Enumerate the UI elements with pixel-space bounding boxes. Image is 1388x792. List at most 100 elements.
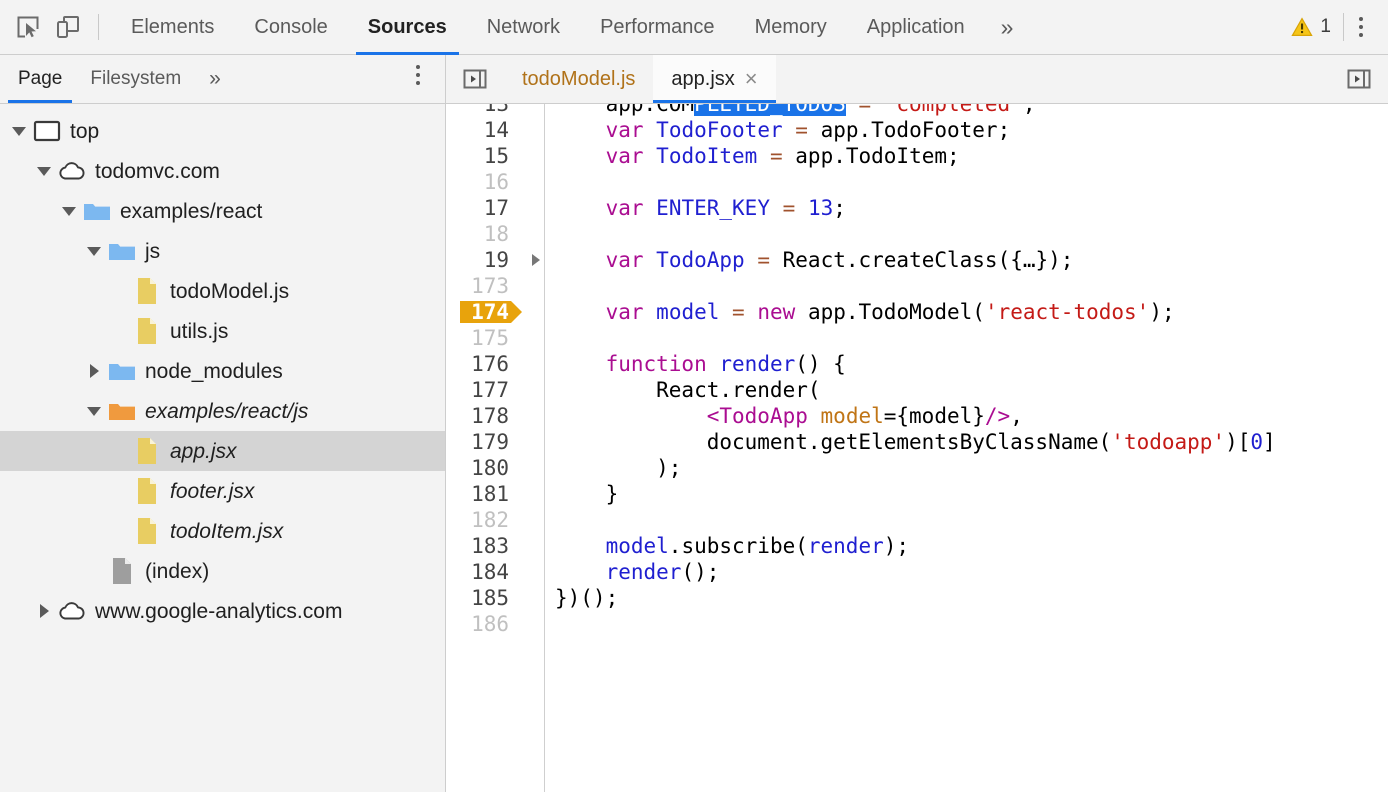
chevron-down-icon[interactable] <box>83 407 105 416</box>
code-token <box>555 300 606 324</box>
code-token: = <box>770 144 783 168</box>
line-number[interactable]: 18 <box>446 221 544 247</box>
code-line[interactable]: app.COMPLETED_TODOS = 'completed'; <box>545 104 1388 117</box>
tree-item-app-jsx[interactable]: app.jsx <box>0 431 445 471</box>
line-number[interactable]: 15 <box>446 143 544 169</box>
code-fold-icon[interactable] <box>532 247 540 273</box>
line-number[interactable]: 183 <box>446 533 544 559</box>
tree-item-examples-react[interactable]: examples/react <box>0 191 445 231</box>
code-line[interactable]: document.getElementsByClassName('todoapp… <box>545 429 1388 455</box>
nav-more-tabs-icon[interactable]: » <box>195 55 233 103</box>
code-line[interactable]: var ENTER_KEY = 13; <box>545 195 1388 221</box>
device-toolbar-icon[interactable] <box>48 7 88 47</box>
code-line[interactable]: } <box>545 481 1388 507</box>
code-line[interactable]: React.render( <box>545 377 1388 403</box>
code-token: })(); <box>555 586 618 610</box>
tree-item-utils-js[interactable]: utils.js <box>0 311 445 351</box>
code-token: (); <box>681 560 719 584</box>
code-line[interactable]: var model = new app.TodoModel('react-tod… <box>545 299 1388 325</box>
chevron-down-icon[interactable] <box>33 167 55 176</box>
tree-item-index[interactable]: (index) <box>0 551 445 591</box>
line-number[interactable]: 173 <box>446 273 544 299</box>
inspect-cursor-icon[interactable] <box>8 7 48 47</box>
more-panels-icon[interactable]: » <box>985 14 1028 41</box>
tree-item-todomvc-com[interactable]: todomvc.com <box>0 151 445 191</box>
editor-tab-todomodel-js[interactable]: todoModel.js <box>504 55 653 103</box>
line-number[interactable]: 180 <box>446 455 544 481</box>
show-navigator-icon[interactable] <box>446 55 504 103</box>
tree-item-footer-jsx[interactable]: footer.jsx <box>0 471 445 511</box>
code-content[interactable]: app.COMPLETED_TODOS = 'completed'; var T… <box>545 104 1388 792</box>
line-number[interactable]: 175 <box>446 325 544 351</box>
tab-memory[interactable]: Memory <box>735 0 847 55</box>
line-number[interactable]: 19 <box>446 247 544 273</box>
code-token: var <box>606 118 644 142</box>
code-line[interactable]: var TodoItem = app.TodoItem; <box>545 143 1388 169</box>
code-line[interactable]: model.subscribe(render); <box>545 533 1388 559</box>
nav-tab-page[interactable]: Page <box>4 55 76 103</box>
line-number[interactable]: 16 <box>446 169 544 195</box>
line-number[interactable]: 181 <box>446 481 544 507</box>
line-number[interactable]: 13 <box>446 104 544 117</box>
code-line[interactable]: <TodoApp model={model}/>, <box>545 403 1388 429</box>
code-line[interactable] <box>545 273 1388 299</box>
tree-item-todomodel-js[interactable]: todoModel.js <box>0 271 445 311</box>
code-token: React.render( <box>555 378 821 402</box>
folder-blue-icon <box>107 240 137 262</box>
line-number[interactable]: 179 <box>446 429 544 455</box>
tab-performance-label: Performance <box>600 16 715 39</box>
code-line[interactable]: var TodoApp = React.createClass({…}); <box>545 247 1388 273</box>
line-number[interactable]: 185 <box>446 585 544 611</box>
tree-item-www-google-analytics-com[interactable]: www.google-analytics.com <box>0 591 445 631</box>
code-token: } <box>555 482 618 506</box>
line-number-breakpoint[interactable]: 174 <box>446 299 544 325</box>
code-token: model <box>821 404 884 428</box>
code-line[interactable] <box>545 221 1388 247</box>
devtools-main-toolbar: Elements Console Sources Network Perform… <box>0 0 1388 55</box>
kebab-menu-icon[interactable] <box>1344 7 1378 47</box>
code-token: var <box>606 144 644 168</box>
tab-console[interactable]: Console <box>234 0 347 55</box>
line-number[interactable]: 182 <box>446 507 544 533</box>
code-line[interactable] <box>545 507 1388 533</box>
tree-item-todoitem-jsx[interactable]: todoItem.jsx <box>0 511 445 551</box>
chevron-down-icon[interactable] <box>58 207 80 216</box>
tree-item-top[interactable]: top <box>0 111 445 151</box>
tree-item-examples-react-js[interactable]: examples/react/js <box>0 391 445 431</box>
line-number[interactable]: 176 <box>446 351 544 377</box>
tree-item-label: examples/react/js <box>145 401 308 422</box>
code-line[interactable] <box>545 611 1388 637</box>
chevron-right-icon[interactable] <box>83 364 105 378</box>
navigator-kebab-menu-icon[interactable] <box>401 55 435 95</box>
code-line[interactable]: var TodoFooter = app.TodoFooter; <box>545 117 1388 143</box>
line-number[interactable]: 186 <box>446 611 544 637</box>
chevron-down-icon[interactable] <box>83 247 105 256</box>
code-line[interactable]: ); <box>545 455 1388 481</box>
line-number[interactable]: 14 <box>446 117 544 143</box>
chevron-down-icon[interactable] <box>8 127 30 136</box>
warning-status-badge[interactable]: 1 <box>1285 16 1343 38</box>
code-line[interactable]: })(); <box>545 585 1388 611</box>
line-number-gutter[interactable]: 1314151617181917317417517617717817918018… <box>446 104 545 792</box>
line-number[interactable]: 17 <box>446 195 544 221</box>
tab-sources[interactable]: Sources <box>348 0 467 55</box>
code-editor[interactable]: 1314151617181917317417517617717817918018… <box>446 104 1388 792</box>
tree-item-js[interactable]: js <box>0 231 445 271</box>
tree-item-node-modules[interactable]: node_modules <box>0 351 445 391</box>
line-number[interactable]: 177 <box>446 377 544 403</box>
show-debugger-icon[interactable] <box>1330 55 1388 103</box>
editor-tab-app-jsx[interactable]: app.jsx × <box>653 55 775 103</box>
tab-performance[interactable]: Performance <box>580 0 735 55</box>
code-line[interactable] <box>545 325 1388 351</box>
tab-elements[interactable]: Elements <box>111 0 234 55</box>
line-number[interactable]: 184 <box>446 559 544 585</box>
close-icon[interactable]: × <box>745 68 758 90</box>
line-number[interactable]: 178 <box>446 403 544 429</box>
tab-network[interactable]: Network <box>467 0 580 55</box>
chevron-right-icon[interactable] <box>33 604 55 618</box>
code-line[interactable] <box>545 169 1388 195</box>
code-line[interactable]: render(); <box>545 559 1388 585</box>
tab-application[interactable]: Application <box>847 0 985 55</box>
code-line[interactable]: function render() { <box>545 351 1388 377</box>
nav-tab-filesystem[interactable]: Filesystem <box>76 55 195 103</box>
